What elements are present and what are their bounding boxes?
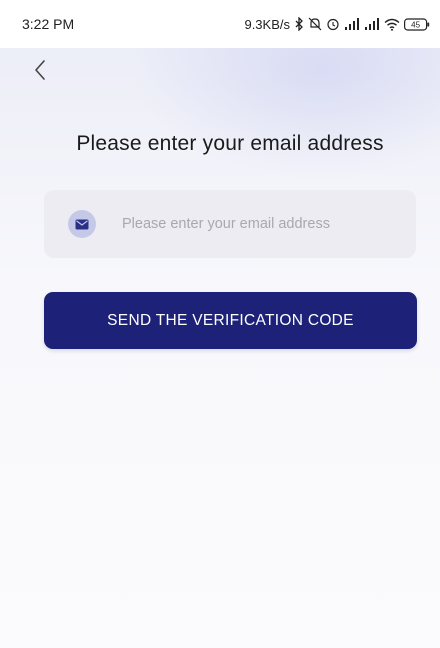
signal-icon	[344, 17, 360, 31]
email-input[interactable]	[122, 216, 402, 232]
battery-icon: 45	[404, 17, 430, 31]
page-title: Please enter your email address	[76, 132, 384, 155]
network-speed: 9.3KB/s	[244, 16, 290, 32]
wifi-icon	[384, 18, 400, 31]
mute-icon	[308, 17, 322, 31]
send-verification-code-button[interactable]: SEND THE VERIFICATION CODE	[44, 292, 417, 349]
back-button[interactable]	[28, 58, 52, 82]
chevron-left-icon	[35, 60, 45, 80]
status-icons: 9.3KB/s 45	[244, 17, 430, 32]
mail-icon	[68, 210, 96, 238]
bluetooth-icon	[294, 17, 304, 31]
alarm-icon	[326, 17, 340, 31]
status-time: 3:22 PM	[22, 16, 75, 32]
signal-icon	[364, 17, 380, 31]
status-bar: 3:22 PM 9.3KB/s 45	[0, 0, 440, 48]
email-field-container[interactable]	[44, 190, 416, 258]
battery-level: 45	[411, 20, 420, 29]
screen: 3:22 PM 9.3KB/s 45 Please enter your ema…	[0, 0, 440, 648]
